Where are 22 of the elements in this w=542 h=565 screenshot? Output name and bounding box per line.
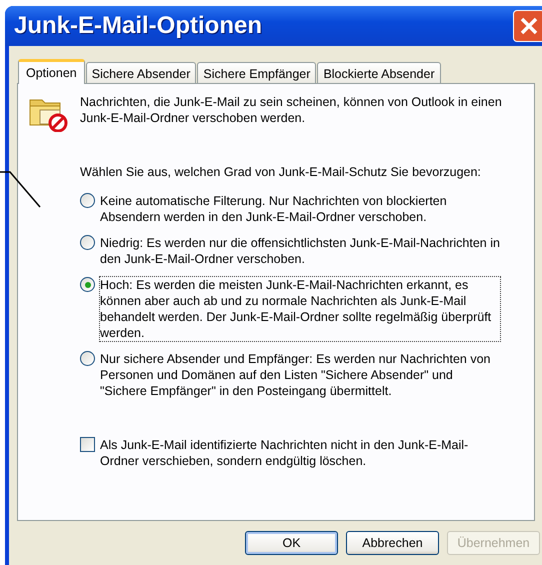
radio-button[interactable] <box>80 351 95 366</box>
radio-button[interactable] <box>80 235 95 250</box>
leader-line <box>0 170 42 210</box>
checkbox[interactable] <box>80 437 95 452</box>
intro-text: Nachrichten, die Junk-E-Mail zu sein scheinen, können von Outlook in einen Junk-E-Mail-Ordner verschoben werden. <box>80 94 503 127</box>
tab[interactable]: Sichere Empfänger <box>197 62 316 83</box>
window-title: Junk-E-Mail-Optionen <box>14 12 262 40</box>
radio-button[interactable] <box>80 193 95 208</box>
radio-button[interactable] <box>80 277 95 292</box>
radio-label: Niedrig: Es werden nur die offensichtlichsten Junk-E-Mail-Nachrichten in den Junk-E-Mail-Ordner verschoben. <box>99 235 501 268</box>
dialog-button[interactable]: Abbrechen <box>346 531 439 555</box>
dialog-button[interactable]: OK <box>245 531 338 555</box>
tab[interactable]: Optionen <box>18 59 85 84</box>
close-button[interactable] <box>513 10 542 42</box>
radio-label: Keine automatische Filterung. Nur Nachrichten von blockierten Absendern werden in den Junk-E-Mail-Ordner verschoben. <box>99 193 448 226</box>
tab[interactable]: Sichere Absender <box>86 62 196 83</box>
radio-label: Hoch: Es werden die meisten Junk-E-Mail-Nachrichten erkannt, es können aber auch ab und zu normale Nachrichten als Junk-E-Mail behandelt werden. Der Junk-E-Mail-Ordner sollte regelmäßig überprüft werden. <box>99 276 501 342</box>
close-icon <box>518 15 540 37</box>
prompt-text: Wählen Sie aus, welchen Grad von Junk-E-Mail-Schutz Sie bevorzugen: <box>80 164 482 180</box>
checkbox-label: Als Junk-E-Mail identifizierte Nachrichten nicht in den Junk-E-Mail-Ordner verschieben, sondern endgültig löschen. <box>99 437 470 470</box>
tab[interactable]: Blockierte Absender <box>317 62 441 83</box>
radio-label: Nur sichere Absender und Empfänger: Es werden nur Nachrichten von Personen und Domänen auf den Listen "Sichere Absender" und "Sichere Empfänger" in den Posteingang übermittelt. <box>99 351 492 400</box>
